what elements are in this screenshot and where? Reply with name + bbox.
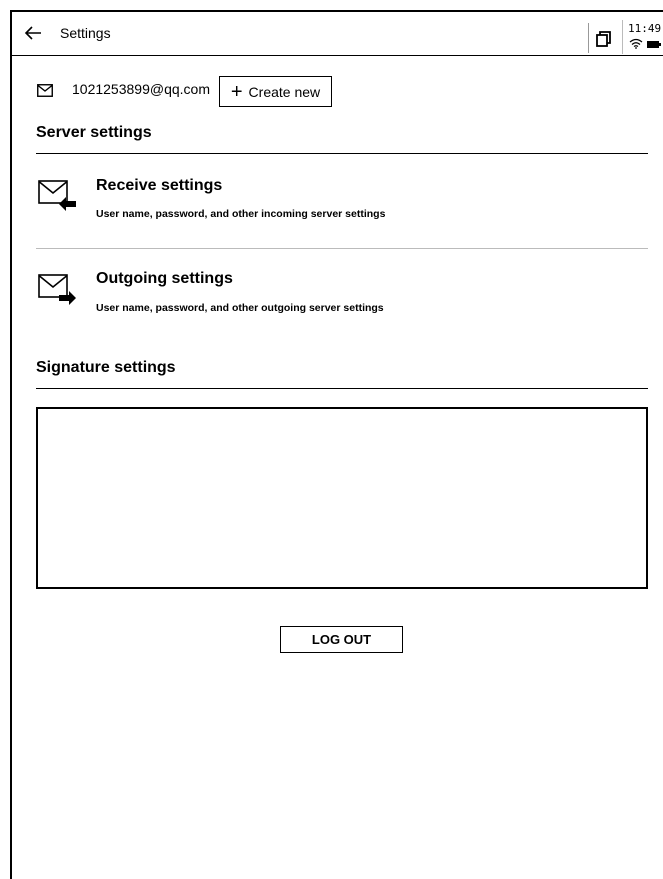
signature-input[interactable] <box>36 407 648 589</box>
app-frame: Settings 11:49 1021253899@qq.com + Creat <box>10 10 663 879</box>
signature-settings-heading: Signature settings <box>36 359 176 376</box>
server-settings-divider <box>36 153 648 154</box>
page-title: Settings <box>60 25 111 41</box>
signature-settings-divider <box>36 388 648 389</box>
account-email: 1021253899@qq.com <box>72 81 210 97</box>
status-area: 11:49 <box>622 20 663 54</box>
back-arrow-icon[interactable] <box>24 24 42 42</box>
battery-tip <box>659 43 661 46</box>
mail-outgoing-icon <box>38 274 76 305</box>
plus-icon: + <box>230 80 243 103</box>
top-bar: Settings 11:49 <box>12 12 663 56</box>
create-new-button[interactable]: + Create new <box>219 76 332 107</box>
multi-window-button[interactable] <box>588 23 618 53</box>
wifi-icon <box>629 38 643 49</box>
logout-button[interactable]: LOG OUT <box>280 626 403 653</box>
receive-settings-description: User name, password, and other incoming … <box>96 208 386 220</box>
create-new-label: Create new <box>248 83 321 100</box>
settings-item-divider <box>36 248 648 249</box>
outgoing-settings-description: User name, password, and other outgoing … <box>96 302 384 314</box>
receive-settings-title: Receive settings <box>96 177 223 194</box>
mail-incoming-icon <box>38 180 76 211</box>
mail-icon <box>37 84 53 97</box>
battery-icon <box>647 41 659 48</box>
outgoing-settings-title: Outgoing settings <box>96 270 233 287</box>
clock: 11:49 <box>628 22 662 35</box>
server-settings-heading: Server settings <box>36 124 152 141</box>
multi-window-icon <box>596 31 611 47</box>
